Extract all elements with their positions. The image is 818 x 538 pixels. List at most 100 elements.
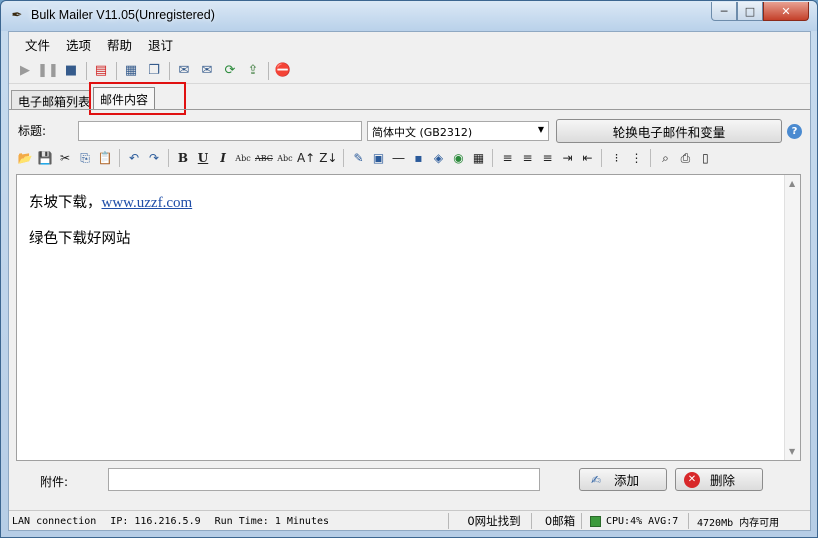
attachment-input[interactable]: [108, 468, 540, 491]
edit-add-icon: ✍: [590, 472, 602, 487]
toolbar-separator: [119, 149, 120, 167]
body-text: 东坡下载，: [29, 195, 102, 211]
pause-icon[interactable]: ❚❚: [37, 60, 59, 82]
maximize-button[interactable]: □: [737, 2, 763, 21]
delete-icon: ✕: [684, 471, 700, 488]
menu-options[interactable]: 选项: [58, 33, 99, 56]
small-caps-icon[interactable]: Abc: [275, 148, 295, 168]
align-right-icon[interactable]: ≡: [537, 148, 557, 168]
mail-content-panel: 标题: 简体中文 (GB2312) ▼ 轮换电子邮件和变量 ? 📂 💾 ✂ ⎘ …: [9, 109, 810, 505]
globe-icon[interactable]: ◉: [448, 148, 468, 168]
menu-bar: 文件 选项 帮助 退订: [9, 32, 810, 57]
copy-icon[interactable]: ⎘: [75, 148, 95, 168]
chevron-down-icon: ▼: [537, 125, 544, 134]
toolbar-separator: [169, 61, 170, 80]
menu-file[interactable]: 文件: [17, 33, 58, 56]
status-connection-panel: LAN connection IP: 116.216.5.9 Run Time:…: [9, 513, 449, 529]
rotate-emails-variables-button[interactable]: 轮换电子邮件和变量: [556, 119, 782, 143]
align-center-icon[interactable]: ≡: [517, 148, 537, 168]
bullet-list-icon[interactable]: ⁝: [606, 148, 626, 168]
cut-icon[interactable]: ✂: [55, 148, 75, 168]
status-bar: LAN connection IP: 116.216.5.9 Run Time:…: [9, 510, 810, 530]
status-memory: 4720Mb 内存可用: [697, 517, 780, 529]
find-icon[interactable]: ⌕: [655, 148, 675, 168]
editor-scrollbar[interactable]: ▲ ▼: [784, 175, 800, 460]
send-mail-icon[interactable]: ✉: [173, 60, 195, 82]
status-runtime: Run Time: 1 Minutes: [214, 515, 329, 527]
underline-icon[interactable]: U: [193, 148, 213, 168]
outdent-icon[interactable]: ⇤: [577, 148, 597, 168]
paste-icon[interactable]: 📋: [95, 148, 115, 168]
quill-icon: ✒: [11, 8, 23, 23]
open-folder-icon[interactable]: 📂: [15, 148, 35, 168]
address-book-icon[interactable]: ▤: [90, 60, 112, 82]
subject-label: 标题:: [18, 124, 47, 138]
server-icon[interactable]: ▦: [120, 60, 142, 82]
add-attachment-button[interactable]: ✍ 添加: [579, 468, 667, 491]
upload-icon[interactable]: ⇪: [242, 60, 264, 82]
app-window: ✒ Bulk Mailer V11.05(Unregistered) ─ □ ✕…: [0, 0, 818, 538]
open-mail-icon[interactable]: ✉: [196, 60, 218, 82]
toolbar-separator: [86, 61, 87, 80]
title-bar[interactable]: ✒ Bulk Mailer V11.05(Unregistered) ─ □ ✕: [1, 1, 817, 31]
scroll-up-icon[interactable]: ▲: [789, 179, 795, 188]
close-button[interactable]: ✕: [763, 2, 809, 21]
help-icon[interactable]: ?: [787, 124, 802, 139]
sort-ascending-icon[interactable]: A↑: [295, 148, 317, 168]
subject-input[interactable]: [78, 121, 362, 141]
picture-icon[interactable]: ▪: [408, 148, 428, 168]
tab-email-list[interactable]: 电子邮箱列表: [11, 90, 91, 109]
sort-descending-icon[interactable]: Z↓: [317, 148, 339, 168]
status-found: 0网址找到: [454, 513, 532, 529]
toolbar-separator: [343, 149, 345, 167]
horizontal-rule-icon[interactable]: ―: [388, 148, 408, 168]
menu-unsubscribe[interactable]: 退订: [140, 33, 181, 56]
copy-window-icon[interactable]: ❐: [143, 60, 165, 82]
play-icon[interactable]: ▶: [14, 60, 36, 82]
print-icon[interactable]: ⎙: [675, 148, 695, 168]
client-area: 文件 选项 帮助 退订 ▶ ❚❚ ■ ▤ ▦ ❐ ✉ ✉ ⟳ ⇪ ⛔ 电子邮箱列…: [8, 31, 811, 531]
numbered-list-icon[interactable]: ⋮: [626, 148, 646, 168]
toolbar-separator: [492, 149, 494, 167]
stop-icon[interactable]: ■: [60, 60, 82, 82]
toolbar-separator: [268, 61, 269, 80]
font-icon[interactable]: Abc: [233, 148, 253, 168]
toolbar-separator: [650, 149, 652, 167]
align-left-icon[interactable]: ≡: [497, 148, 517, 168]
stop-sign-icon[interactable]: ⛔: [272, 60, 294, 82]
body-line-2: 绿色下载好网站: [29, 231, 131, 247]
status-cpu: CPU:4% AVG:7: [606, 515, 679, 527]
toolbar-separator: [601, 149, 603, 167]
paint-icon[interactable]: ◈: [428, 148, 448, 168]
status-ip: IP: 116.216.5.9: [110, 515, 201, 527]
charset-value: 简体中文 (GB2312): [372, 126, 473, 139]
body-link[interactable]: www.uzzf.com: [102, 195, 193, 211]
main-toolbar: ▶ ❚❚ ■ ▤ ▦ ❐ ✉ ✉ ⟳ ⇪ ⛔: [9, 58, 810, 84]
strikethrough-icon[interactable]: ABC: [253, 148, 275, 168]
attachment-label: 附件:: [40, 475, 69, 489]
message-editor[interactable]: 东坡下载，www.uzzf.com 绿色下载好网站 ▲ ▼: [16, 174, 801, 461]
refresh-icon[interactable]: ⟳: [219, 60, 241, 82]
minimize-button[interactable]: ─: [711, 2, 737, 21]
status-connection: LAN connection: [12, 515, 97, 527]
source-view-icon[interactable]: ▯: [695, 148, 715, 168]
save-icon[interactable]: 💾: [35, 148, 55, 168]
editor-toolbar: 📂 💾 ✂ ⎘ 📋 ↶ ↷ B U I Abc ABC Abc A↑ Z↓ ✎ …: [15, 147, 805, 169]
toolbar-separator: [116, 61, 117, 80]
menu-help[interactable]: 帮助: [99, 33, 140, 56]
bold-icon[interactable]: B: [173, 148, 193, 168]
scroll-down-icon[interactable]: ▼: [789, 447, 795, 456]
charset-select[interactable]: 简体中文 (GB2312) ▼: [367, 121, 549, 141]
indent-icon[interactable]: ⇥: [557, 148, 577, 168]
italic-icon[interactable]: I: [213, 148, 233, 168]
undo-icon[interactable]: ↶: [124, 148, 144, 168]
table-icon[interactable]: ▦: [468, 148, 488, 168]
redo-icon[interactable]: ↷: [144, 148, 164, 168]
status-mailbox: 0邮箱: [536, 513, 582, 529]
window-title: Bulk Mailer V11.05(Unregistered): [31, 8, 215, 22]
cpu-indicator-icon: [590, 515, 601, 527]
body-line-1: 东坡下载，www.uzzf.com: [29, 191, 192, 212]
highlight-pen-icon[interactable]: ✎: [348, 148, 368, 168]
insert-image-icon[interactable]: ▣: [368, 148, 388, 168]
delete-attachment-button[interactable]: ✕ 删除: [675, 468, 763, 491]
